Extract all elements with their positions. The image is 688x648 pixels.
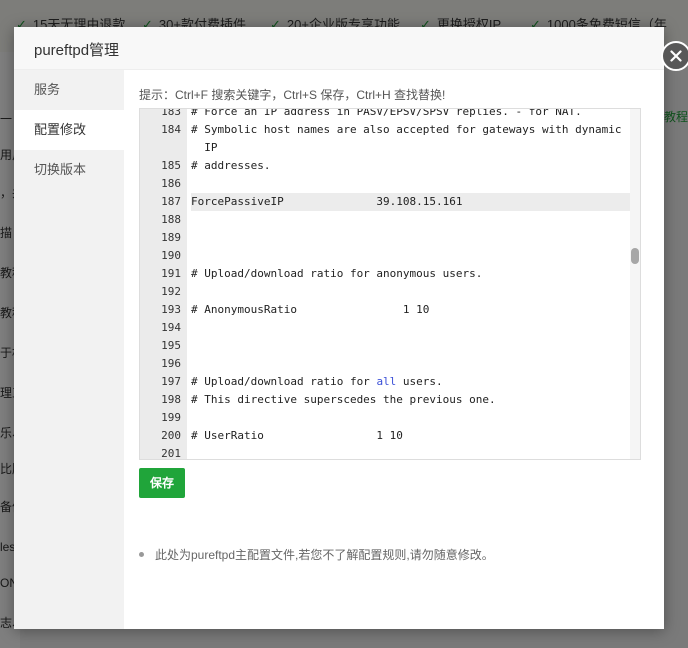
line-number: 199	[161, 411, 181, 424]
line-number: 183	[161, 108, 181, 118]
code-line: 196	[140, 355, 630, 373]
modal-content: 提示：Ctrl+F 搜索关键字，Ctrl+S 保存，Ctrl+H 查找替换! 1…	[124, 70, 664, 629]
keyword-token: all	[376, 375, 397, 388]
code-line: 198 # This directive superscedes the prev…	[140, 391, 630, 409]
line-number: 198	[161, 393, 181, 406]
tab-switch-version[interactable]: 切换版本	[14, 150, 124, 190]
line-text: # addresses.	[191, 159, 271, 172]
line-text: # AnonymousRatio 1 10	[191, 303, 430, 316]
line-number: 190	[161, 249, 181, 262]
line-number: 196	[161, 357, 181, 370]
line-number: 200	[161, 429, 181, 442]
line-text: # Force an IP address in PASV/EPSV/SPSV …	[191, 108, 582, 118]
tab-config-edit[interactable]: 配置修改	[14, 110, 124, 150]
bullet-icon	[139, 552, 144, 558]
line-number: 186	[161, 177, 181, 190]
config-editor[interactable]: 183 # Force an IP address in PASV/EPSV/SP…	[139, 108, 641, 460]
code-line: 191 # Upload/download ratio for anonymous…	[140, 265, 630, 283]
line-number: 195	[161, 339, 181, 352]
config-note: 此处为pureftpd主配置文件,若您不了解配置规则,请勿随意修改。	[139, 546, 494, 563]
line-number: 197	[161, 375, 181, 388]
line-number: 194	[161, 321, 181, 334]
code-line: 200 # UserRatio 1 10	[140, 427, 630, 445]
code-line: 184 # Symbolic host names are also accept…	[140, 121, 630, 139]
modal-title: pureftpd管理	[34, 42, 120, 59]
line-number: 189	[161, 231, 181, 244]
save-button[interactable]: 保存	[139, 468, 185, 498]
line-text: # Symbolic host names are also accepted …	[191, 123, 622, 136]
close-button[interactable]	[661, 41, 688, 71]
config-note-text: 此处为pureftpd主配置文件,若您不了解配置规则,请勿随意修改。	[155, 548, 494, 562]
code-line: 189	[140, 229, 630, 247]
code-line: 195	[140, 337, 630, 355]
line-text: IP	[191, 141, 218, 154]
code-line: 186	[140, 175, 630, 193]
modal-sidebar: 服务 配置修改 切换版本	[14, 70, 124, 629]
line-number: 191	[161, 267, 181, 280]
pureftpd-modal: pureftpd管理 服务 配置修改 切换版本 提示：Ctrl+F 搜索关键字，…	[14, 27, 688, 629]
line-text: # UserRatio 1 10	[191, 429, 403, 442]
line-number: 193	[161, 303, 181, 316]
line-text: # This directive superscedes the previou…	[191, 393, 496, 406]
line-number: 187	[161, 195, 181, 208]
shortcut-hint: 提示：Ctrl+F 搜索关键字，Ctrl+S 保存，Ctrl+H 查找替换!	[139, 88, 446, 102]
code-line: 194	[140, 319, 630, 337]
editor-scrollbar[interactable]	[630, 109, 640, 459]
code-line: 190	[140, 247, 630, 265]
code-line: 193 # AnonymousRatio 1 10	[140, 301, 630, 319]
code-line: 183 # Force an IP address in PASV/EPSV/SP…	[140, 108, 630, 121]
code-line: 188	[140, 211, 630, 229]
line-number: 188	[161, 213, 181, 226]
close-icon	[670, 50, 682, 62]
line-text: ForcePassiveIP 39.108.15.161	[191, 193, 630, 211]
tab-service[interactable]: 服务	[14, 70, 124, 110]
code-line: IP	[140, 139, 630, 157]
code-line: 201	[140, 445, 630, 460]
line-number: 184	[161, 123, 181, 136]
code-line: 187 ForcePassiveIP 39.108.15.161	[140, 193, 630, 211]
modal-header: pureftpd管理	[14, 27, 664, 70]
code-line: 199	[140, 409, 630, 427]
scrollbar-thumb[interactable]	[631, 248, 639, 264]
code-lines: 183 # Force an IP address in PASV/EPSV/SP…	[140, 108, 630, 460]
line-number: 201	[161, 447, 181, 460]
line-number: 185	[161, 159, 181, 172]
line-text: # Upload/download ratio for all users.	[191, 375, 443, 388]
code-line: 192	[140, 283, 630, 301]
line-text: # Upload/download ratio for anonymous us…	[191, 267, 483, 280]
line-number: 192	[161, 285, 181, 298]
code-line: 185 # addresses.	[140, 157, 630, 175]
code-line: 197 # Upload/download ratio for all users…	[140, 373, 630, 391]
